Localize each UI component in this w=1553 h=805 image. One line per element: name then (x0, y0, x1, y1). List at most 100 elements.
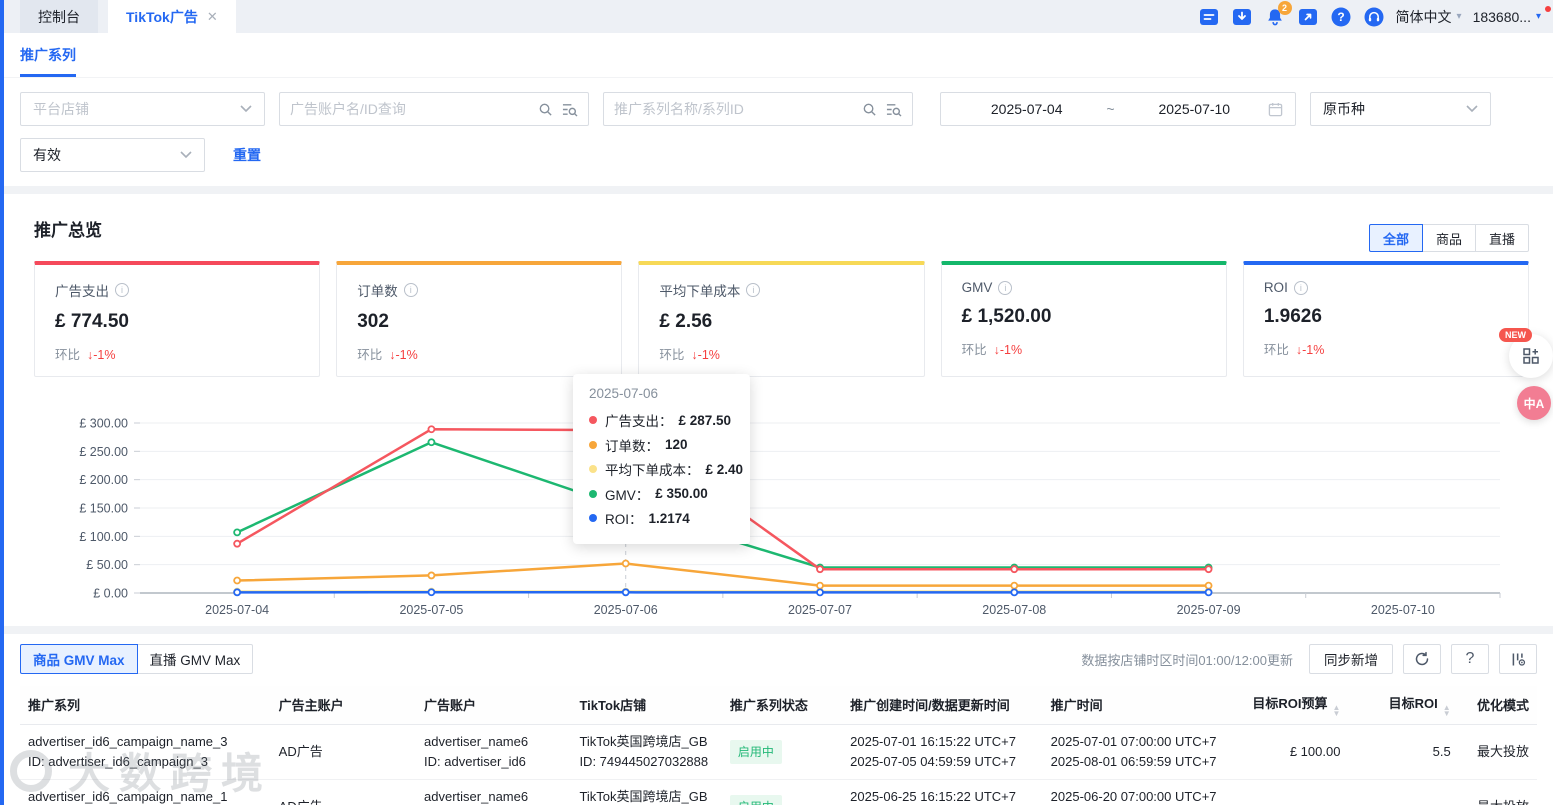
date-range-picker[interactable]: 2025-07-04 ~ 2025-07-10 (940, 92, 1296, 126)
help-icon[interactable]: ? (1330, 6, 1352, 28)
card-label: GMV (961, 280, 993, 295)
help-icon[interactable]: ? (1451, 644, 1489, 674)
headset-icon[interactable] (1363, 6, 1385, 28)
info-icon[interactable]: i (1293, 280, 1308, 295)
segment-直播[interactable]: 直播 (1474, 224, 1529, 252)
trend-chart-svg: £ 300.00 £ 250.00 £ 200.00 £ 150.00 £ 100.00… (79, 417, 1501, 617)
search-icon[interactable] (862, 102, 877, 117)
cell-ad-account: advertiser_name6ID: advertiser_id6 (416, 779, 572, 805)
svg-text:£ 100.00: £ 100.00 (79, 530, 128, 544)
cell-optimize-mode: 最大投放 (1458, 779, 1537, 805)
sort-icon[interactable]: ▲ ▼ (1333, 703, 1341, 717)
info-icon[interactable]: i (998, 280, 1013, 295)
close-icon[interactable]: ✕ (207, 9, 218, 25)
download-icon[interactable] (1231, 6, 1253, 28)
column-header: 推广系列 (20, 686, 271, 725)
ad-account-search-input[interactable] (290, 101, 530, 117)
shop-select[interactable]: 平台店铺 (20, 92, 265, 126)
segment-商品[interactable]: 商品 (1421, 224, 1476, 252)
currency-select[interactable]: 原币种 (1310, 92, 1491, 126)
svg-text:2025-07-07: 2025-07-07 (788, 603, 852, 617)
compare-label: 环比 (55, 348, 81, 362)
table-tab[interactable]: 商品 GMV Max (20, 644, 138, 674)
tooltip-value: £ 2.40 (705, 461, 744, 477)
info-icon[interactable]: i (403, 283, 418, 297)
tooltip-value: £ 287.50 (678, 412, 732, 428)
batch-search-icon[interactable] (885, 102, 902, 117)
svg-text:2025-07-10: 2025-07-10 (1371, 603, 1435, 617)
window-tab[interactable]: TikTok广告 ✕ (108, 0, 236, 33)
language-selector[interactable]: 简体中文 ▾ (1396, 7, 1462, 27)
table-tab[interactable]: 直播 GMV Max (136, 644, 254, 674)
info-icon[interactable]: i (115, 283, 129, 297)
table-toolbar-right: 数据按店铺时区时间01:00/12:00更新 同步新增 ? (1081, 644, 1537, 674)
cell-created-updated: 2025-06-25 16:15:22 UTC+72025-06-25 14:3… (842, 779, 1043, 805)
compare-label: 环比 (961, 343, 987, 357)
tooltip-row: GMV： £ 350.00 (589, 482, 734, 507)
cell-status: 启用中 (721, 724, 843, 780)
date-end: 2025-07-10 (1158, 101, 1231, 117)
tooltip-value: 1.2174 (648, 510, 690, 526)
segment-全部[interactable]: 全部 (1368, 224, 1423, 252)
info-icon[interactable]: i (746, 283, 761, 297)
topbar: 控制台 TikTok广告 ✕ 2? 简体中文 ▾ 183680... ▾ (4, 0, 1553, 33)
cell-target-roi: 5.5 (1348, 724, 1459, 780)
campaign-table-panel: 商品 GMV Max 直播 GMV Max 数据按店铺时区时间01:00/12:0… (4, 634, 1553, 805)
promotion-overview-panel: 推广总览 全部 商品 直播 广告支出 i £ 774.50 环比 ↓-1% 订单数 i 3… (4, 194, 1553, 626)
window-tab[interactable]: 控制台 (20, 0, 98, 33)
svg-text:£ 300.00: £ 300.00 (79, 417, 128, 431)
chevron-down-icon: ▾ (1456, 11, 1462, 22)
reset-button[interactable]: 重置 (233, 145, 261, 165)
sync-new-button[interactable]: 同步新增 (1309, 644, 1393, 674)
series-dot (589, 514, 597, 523)
update-note: 数据按店铺时区时间01:00/12:00更新 (1081, 652, 1293, 668)
cell-created-updated: 2025-07-01 16:15:22 UTC+7 2025-07-05 04:5… (842, 724, 1043, 780)
account-label: 183680... (1472, 8, 1531, 25)
table-header-row: 推广系列 广告主账户 广告账户 TikTok店铺 推广系列状态 推广创建时间/数据更新时间… (20, 686, 1537, 725)
column-header: 广告主账户 (270, 686, 417, 725)
search-icon[interactable] (538, 102, 553, 117)
campaign-search (603, 92, 913, 126)
batch-search-icon[interactable] (561, 102, 578, 117)
cell-campaign: advertiser_id6_campaign_name_3 ID: advert… (20, 724, 271, 780)
chevron-down-icon (240, 105, 252, 113)
compare-value: ↓-1% (87, 348, 116, 362)
tab-campaign-series[interactable]: 推广系列 (20, 45, 76, 77)
bell-icon[interactable]: 2 (1264, 0, 1292, 28)
svg-text:£ 50.00: £ 50.00 (86, 558, 128, 572)
translate-widget[interactable]: 中A (1517, 386, 1551, 420)
notes-icon[interactable] (1198, 6, 1220, 28)
card-value: 1.9626 (1263, 306, 1322, 327)
campaign-search-input[interactable] (614, 101, 854, 117)
svg-text:2025-07-09: 2025-07-09 (1177, 603, 1241, 617)
compare-value: ↓-1% (389, 348, 418, 362)
sort-icon[interactable]: ▲ ▼ (1443, 703, 1451, 717)
ad-account-search (279, 92, 589, 126)
scope-segmented-control: 全部 商品 直播 (1368, 224, 1529, 252)
status-select[interactable]: 有效 (20, 138, 205, 172)
svg-text:2025-07-04: 2025-07-04 (205, 603, 269, 617)
series-dot (589, 465, 597, 474)
account-selector[interactable]: 183680... ▾ (1472, 5, 1551, 25)
tooltip-value: £ 350.00 (655, 486, 708, 502)
svg-text:£ 200.00: £ 200.00 (79, 473, 128, 487)
svg-text:2025-07-08: 2025-07-08 (982, 603, 1046, 617)
notification-dot (1545, 5, 1551, 12)
card-value: £ 774.50 (55, 311, 129, 332)
tooltip-label: 订单数： (605, 438, 659, 454)
cell-advertiser-account: AD广告 (270, 779, 417, 805)
refresh-icon[interactable] (1403, 644, 1441, 674)
screenshot-icon[interactable] (1297, 6, 1319, 28)
tooltip-label: 平均下单成本： (605, 463, 700, 479)
window-tabs: 控制台 TikTok广告 ✕ (4, 0, 246, 33)
shop-select-placeholder: 平台店铺 (33, 101, 89, 117)
cell-shop: TikTok英国跨境店_GBID: 749445027032888 (571, 724, 722, 780)
tooltip-row: 平均下单成本： £ 2.40 (589, 457, 743, 482)
plugin-widget[interactable]: NEW (1499, 328, 1553, 378)
stat-cards: 广告支出 i £ 774.50 环比 ↓-1% 订单数 i 302 环比 ↓-1% 平均… (34, 261, 1530, 377)
cell-shop: TikTok英国跨境店_GBID: 749445027032888 (571, 779, 722, 805)
left-accent-strip (0, 0, 4, 805)
compare-value: ↓-1% (993, 343, 1023, 357)
table-body: advertiser_id6_campaign_name_3 ID: advert… (20, 724, 1537, 805)
column-settings-icon[interactable] (1499, 644, 1537, 674)
